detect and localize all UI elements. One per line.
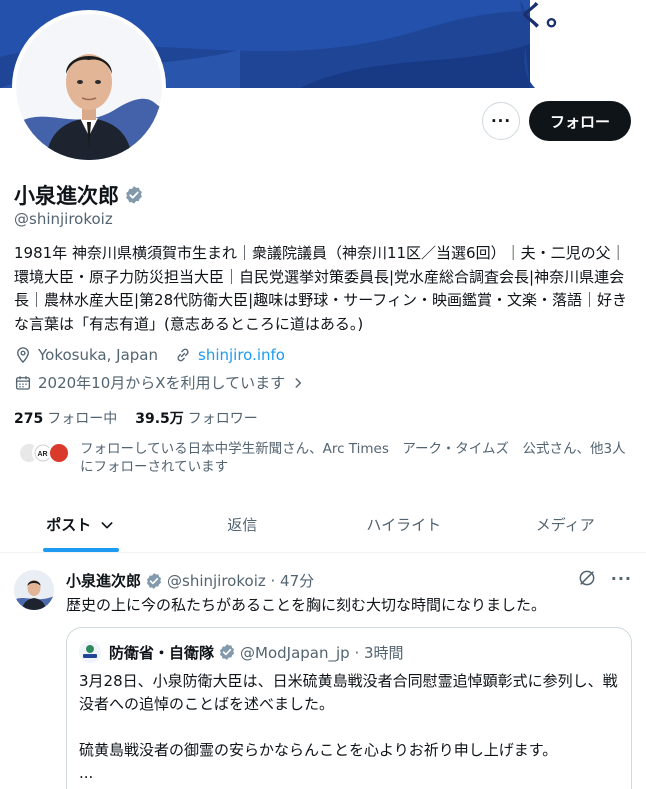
- quoted-text-line: 3月28日、小泉防衛大臣は、日米硫黄島戦没者合同慰霊追悼顕彰式に参列し、戦没者へ…: [79, 672, 618, 713]
- profile-website-link[interactable]: shinjiro.info: [198, 346, 285, 364]
- followers-label: フォロワー: [187, 411, 258, 427]
- tab-media-label: メディア: [535, 516, 595, 534]
- verified-badge-icon: [146, 572, 162, 589]
- verified-badge-icon[interactable]: [124, 185, 144, 205]
- profile-counts: 275 フォロー中 39.5万 フォロワー: [14, 408, 258, 428]
- location-icon: [17, 347, 29, 364]
- profile-tabs: ポスト 返信 ハイライト メディア: [0, 497, 646, 553]
- follow-button[interactable]: フォロー: [529, 101, 631, 141]
- post-handle-time[interactable]: @shinjirokoiz · 47分: [167, 570, 314, 591]
- following-label: フォロー中: [47, 411, 118, 427]
- followed-by-row[interactable]: ARC フォローしている日本中学生新聞さん、Arc Times アーク・タイムズ…: [18, 440, 638, 476]
- following-link[interactable]: 275 フォロー中: [14, 408, 117, 428]
- quoted-text-line: 硫黄島戦没者の御霊の安らかならんことを心よりお祈り申し上げます。: [79, 741, 558, 759]
- avatar-portrait: [16, 14, 162, 160]
- profile-name-row: 小泉進次郎: [14, 180, 144, 210]
- verified-badge-icon: [219, 644, 235, 660]
- tab-replies[interactable]: 返信: [162, 497, 324, 552]
- grok-icon[interactable]: [577, 568, 597, 588]
- quoted-text-ellipsis: ...: [79, 764, 94, 782]
- profile-joined-row[interactable]: 2020年10月からXを利用しています: [14, 372, 305, 393]
- chevron-down-icon: [101, 521, 113, 528]
- post-author-name[interactable]: 小泉進次郎: [66, 570, 141, 591]
- calendar-icon: [15, 375, 31, 390]
- post-author-avatar[interactable]: [14, 570, 54, 610]
- tab-highlights-label: ハイライト: [366, 516, 442, 534]
- more-dots-icon: ···: [490, 112, 512, 130]
- quoted-post[interactable]: 防衛省・自衛隊 @ModJapan_jp · 3時間 3月28日、小泉防衛大臣は…: [66, 627, 632, 789]
- profile-handle: @shinjirokoiz: [14, 210, 113, 228]
- profile-location: Yokosuka, Japan: [38, 346, 158, 364]
- follower-avatar: [48, 442, 70, 464]
- post-more-icon[interactable]: ···: [611, 569, 632, 588]
- profile-meta-row: Yokosuka, Japan shinjiro.info: [14, 346, 285, 364]
- tab-replies-label: 返信: [227, 516, 258, 534]
- post-text: 歴史の上に今の私たちがあることを胸に刻む大切な時間になりました。: [66, 596, 547, 614]
- quoted-author-avatar: [79, 641, 101, 663]
- post-actions: ···: [577, 568, 632, 588]
- banner-text: く。: [517, 0, 574, 32]
- profile-avatar[interactable]: [12, 10, 166, 164]
- quoted-author-name: 防衛省・自衛隊: [109, 643, 215, 662]
- active-tab-indicator: [42, 548, 119, 552]
- more-options-button[interactable]: ···: [482, 102, 520, 140]
- tab-posts[interactable]: ポスト: [0, 497, 162, 552]
- followed-by-text: フォローしている日本中学生新聞さん、Arc Times アーク・タイムズ 公式さ…: [80, 441, 626, 475]
- followed-by-avatars: ARC: [18, 440, 72, 474]
- tab-highlights[interactable]: ハイライト: [323, 497, 485, 552]
- following-count: 275: [14, 411, 44, 427]
- followers-count: 39.5万: [135, 411, 184, 427]
- quoted-handle-time: @ModJapan_jp · 3時間: [240, 643, 404, 662]
- display-name: 小泉進次郎: [14, 184, 119, 208]
- followers-link[interactable]: 39.5万 フォロワー: [135, 408, 258, 428]
- link-icon: [177, 348, 189, 362]
- quoted-post-text: 3月28日、小泉防衛大臣は、日米硫黄島戦没者合同慰霊追悼顕彰式に参列し、戦没者へ…: [79, 670, 619, 785]
- chevron-right-icon: [295, 377, 302, 388]
- tab-posts-label: ポスト: [46, 516, 92, 534]
- post-item[interactable]: 小泉進次郎 @shinjirokoiz · 47分 ··· 歴史の上に今の私たち…: [0, 554, 646, 789]
- quoted-post-header: 防衛省・自衛隊 @ModJapan_jp · 3時間: [79, 641, 404, 663]
- tab-media[interactable]: メディア: [485, 497, 646, 552]
- profile-bio: 1981年 神奈川県横須賀市生まれ｜衆議院議員（神奈川11区／当選6回）｜夫・二…: [14, 244, 627, 333]
- profile-joined: 2020年10月からXを利用しています: [38, 374, 286, 392]
- post-header: 小泉進次郎 @shinjirokoiz · 47分: [66, 570, 314, 591]
